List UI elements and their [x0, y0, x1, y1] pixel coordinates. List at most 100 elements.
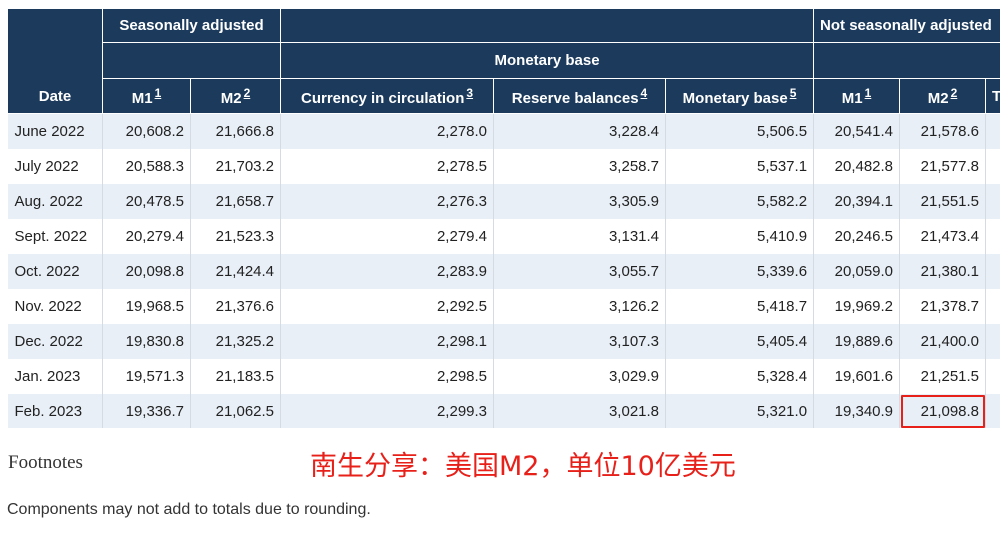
cell-m2: 21,325.2	[190, 324, 282, 359]
cell-m1: 20,279.4	[102, 219, 191, 254]
header-seasonally-adjusted: Seasonally adjusted	[101, 8, 282, 43]
table-row: Nov. 2022 19,968.5 21,376.6 2,292.5 3,126.2 5…	[7, 289, 1000, 324]
cell-currency: 2,299.3	[280, 394, 495, 428]
footnote-link-nsa-2[interactable]: 2	[951, 86, 958, 100]
footnote-link-5[interactable]: 5	[790, 86, 797, 100]
money-stock-table: Date Seasonally adjusted Not seasonally …	[7, 8, 1000, 428]
header-reserve: Reserve balances 4	[493, 78, 667, 114]
cell-m2: 21,666.8	[190, 113, 282, 149]
cell-nsa-m2: 21,578.6	[899, 113, 987, 149]
cell-nsa-m1: 19,601.6	[813, 359, 901, 394]
cell-m2: 21,062.5	[190, 394, 282, 428]
header-m2: M2 2	[189, 78, 282, 114]
cell-nsa-m1: 20,541.4	[813, 113, 901, 149]
cell-base: 5,582.2	[665, 184, 815, 219]
cell-m1: 20,098.8	[102, 254, 191, 289]
cell-nsa-m1: 20,059.0	[813, 254, 901, 289]
footnote-link-3[interactable]: 3	[466, 86, 473, 100]
cell-m2: 21,658.7	[190, 184, 282, 219]
cell-truncated	[985, 149, 1000, 184]
cell-reserve: 3,029.9	[493, 359, 667, 394]
cell-reserve: 3,228.4	[493, 113, 667, 149]
footnote-link-4[interactable]: 4	[641, 86, 648, 100]
header-not-seasonally-adjusted: Not seasonally adjusted	[813, 8, 1000, 43]
table-row: Feb. 2023 19,336.7 21,062.5 2,299.3 3,021.8 5…	[7, 394, 1000, 428]
cell-currency: 2,279.4	[280, 219, 495, 254]
header-currency: Currency in circulation 3	[280, 78, 495, 114]
cell-date: Feb. 2023	[7, 394, 103, 428]
watermark-annotation: 南生分享：美国M2，单位10亿美元	[310, 451, 736, 482]
cell-reserve: 3,305.9	[493, 184, 667, 219]
cell-currency: 2,283.9	[280, 254, 495, 289]
header-spacer	[280, 8, 815, 43]
table-row: Dec. 2022 19,830.8 21,325.2 2,298.1 3,107.3 5…	[7, 324, 1000, 359]
header-nsa-m2: M2 2	[899, 78, 987, 114]
cell-date: Sept. 2022	[7, 219, 103, 254]
cell-m1: 19,571.3	[102, 359, 191, 394]
header-sa-blank	[101, 42, 282, 79]
cell-nsa-m2-highlighted: 21,098.8	[899, 394, 987, 428]
cell-date: July 2022	[7, 149, 103, 184]
cell-nsa-m2: 21,400.0	[899, 324, 987, 359]
cell-nsa-m1: 20,482.8	[813, 149, 901, 184]
cell-base: 5,418.7	[665, 289, 815, 324]
header-truncated: T	[985, 78, 1000, 114]
footnote-link-nsa-1[interactable]: 1	[865, 86, 872, 100]
cell-m2: 21,183.5	[190, 359, 282, 394]
cell-reserve: 3,126.2	[493, 289, 667, 324]
cell-base: 5,321.0	[665, 394, 815, 428]
cell-base: 5,410.9	[665, 219, 815, 254]
cell-truncated	[985, 359, 1000, 394]
cell-date: June 2022	[7, 113, 103, 149]
cell-nsa-m2: 21,380.1	[899, 254, 987, 289]
cell-m1: 19,830.8	[102, 324, 191, 359]
footnote-link-2[interactable]: 2	[244, 86, 251, 100]
table-row: June 2022 20,608.2 21,666.8 2,278.0 3,228.4 5…	[7, 113, 1000, 149]
header-monetary-base-total: Monetary base 5	[665, 78, 815, 114]
cell-nsa-m1: 19,969.2	[813, 289, 901, 324]
cell-nsa-m2: 21,251.5	[899, 359, 987, 394]
cell-m1: 19,968.5	[102, 289, 191, 324]
cell-m1: 20,588.3	[102, 149, 191, 184]
cell-reserve: 3,131.4	[493, 219, 667, 254]
cell-currency: 2,298.1	[280, 324, 495, 359]
cell-currency: 2,278.0	[280, 113, 495, 149]
table-body: June 2022 20,608.2 21,666.8 2,278.0 3,228.4 5…	[7, 113, 1000, 428]
header-m1: M1 1	[102, 78, 191, 114]
cell-date: Oct. 2022	[7, 254, 103, 289]
cell-date: Aug. 2022	[7, 184, 103, 219]
cell-truncated	[985, 289, 1000, 324]
cell-currency: 2,298.5	[280, 359, 495, 394]
cell-nsa-m2: 21,378.7	[899, 289, 987, 324]
cell-base: 5,506.5	[665, 113, 815, 149]
cell-reserve: 3,055.7	[493, 254, 667, 289]
cell-nsa-m2: 21,473.4	[899, 219, 987, 254]
footnote-text: Components may not add to totals due to …	[7, 501, 371, 518]
cell-m1: 19,336.7	[102, 394, 191, 428]
header-nsa-blank	[813, 42, 1000, 79]
table-row: July 2022 20,588.3 21,703.2 2,278.5 3,258.7 5…	[7, 149, 1000, 184]
header-monetary-base: Monetary base	[280, 42, 815, 79]
cell-truncated	[985, 113, 1000, 149]
cell-currency: 2,278.5	[280, 149, 495, 184]
cell-nsa-m2: 21,551.5	[899, 184, 987, 219]
cell-base: 5,339.6	[665, 254, 815, 289]
footnotes-heading: Footnotes	[8, 452, 83, 473]
cell-truncated	[985, 324, 1000, 359]
cell-m1: 20,608.2	[102, 113, 191, 149]
cell-m2: 21,376.6	[190, 289, 282, 324]
cell-truncated	[985, 394, 1000, 428]
cell-reserve: 3,258.7	[493, 149, 667, 184]
table-row: Sept. 2022 20,279.4 21,523.3 2,279.4 3,131.4…	[7, 219, 1000, 254]
cell-nsa-m1: 19,340.9	[813, 394, 901, 428]
cell-m2: 21,703.2	[190, 149, 282, 184]
cell-date: Dec. 2022	[7, 324, 103, 359]
footnote-link-1[interactable]: 1	[155, 86, 162, 100]
cell-nsa-m2: 21,577.8	[899, 149, 987, 184]
cell-base: 5,537.1	[665, 149, 815, 184]
cell-base: 5,405.4	[665, 324, 815, 359]
cell-truncated	[985, 254, 1000, 289]
cell-currency: 2,292.5	[280, 289, 495, 324]
table-row: Aug. 2022 20,478.5 21,658.7 2,276.3 3,305.9 5…	[7, 184, 1000, 219]
cell-nsa-m1: 20,246.5	[813, 219, 901, 254]
